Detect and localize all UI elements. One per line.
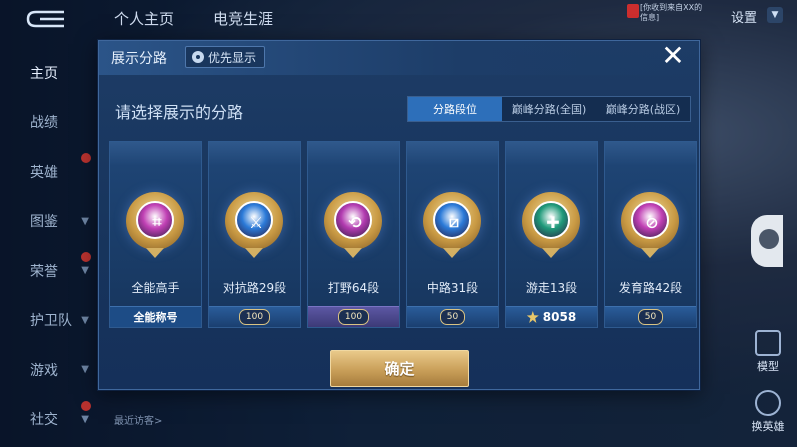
display-lane-dialog: 展示分路 优先显示 ✕ 请选择展示的分路 分路段位 巅峰分路(全国) 巅峰分路(战区… — [98, 40, 700, 390]
points-badge: 100 — [337, 309, 370, 325]
sidebar-item[interactable]: 图鉴 ▼ — [0, 197, 95, 247]
chevron-down-icon: ▼ — [81, 215, 89, 227]
lane-card-name: 发育路42段 — [618, 281, 683, 295]
switch-hero-icon — [755, 390, 781, 416]
sidebar-item-label: 英雄 — [30, 164, 58, 181]
sidebar-item-label: 荣誉 — [30, 263, 58, 280]
lane-card-footer: 100 — [308, 306, 399, 327]
sidebar-item-label: 图鉴 — [30, 214, 58, 231]
lane-tabs: 分路段位 巅峰分路(全国) 巅峰分路(战区) — [407, 96, 691, 122]
tab-profile[interactable]: 个人主页 — [114, 8, 174, 29]
chevron-down-icon[interactable]: ▼ — [767, 7, 783, 23]
back-button[interactable] — [26, 10, 66, 28]
settings-button[interactable]: 设置 — [731, 7, 757, 26]
sidebar-item-label: 护卫队 — [30, 313, 72, 330]
lane-glyph-icon: ⌗ — [152, 212, 162, 231]
rank-emblem-icon: ⟲ — [324, 192, 382, 258]
sidebar-item[interactable]: 战绩 — [0, 98, 95, 148]
notification-badge — [81, 153, 91, 163]
dialog-header: 展示分路 优先显示 — [99, 41, 699, 75]
chevron-down-icon: ▼ — [81, 265, 89, 277]
sidebar-item[interactable]: 荣誉 ▼ — [0, 246, 95, 296]
gear-icon — [759, 229, 779, 249]
sidebar-item[interactable]: 社交 ▼ — [0, 395, 95, 445]
lane-glyph-icon: ⟲ — [348, 212, 362, 232]
lane-card-footer: 50 — [407, 306, 498, 327]
model-label: 模型 — [757, 360, 779, 373]
lane-card[interactable]: ⌗ 全能高手全能称号 — [109, 141, 202, 328]
points-badge: 50 — [637, 309, 664, 325]
lane-card-footer: 8058 — [506, 306, 597, 327]
lane-card[interactable]: ⚔ 对抗路29段 100 — [208, 141, 301, 328]
rotate-handle[interactable] — [751, 215, 783, 267]
message-icon — [627, 4, 639, 18]
switch-hero-label: 换英雄 — [751, 420, 785, 433]
lane-glyph-icon: ⧄ — [448, 212, 460, 231]
priority-display-label: 优先显示 — [208, 50, 257, 65]
lane-card-footer: 50 — [605, 306, 696, 327]
points-badge: 50 — [439, 309, 466, 325]
rank-emblem-icon: ✚ — [522, 192, 580, 258]
lane-card-name: 对抗路29段 — [222, 281, 287, 295]
lane-card-list: ⌗ 全能高手全能称号 ⚔ 对抗路29段 100 ⟲ 打野64段 100 ⧄ 中路31段 50 ✚ 游走1… — [109, 141, 697, 328]
star-icon — [526, 311, 539, 323]
lane-glyph-icon: ✚ — [546, 212, 560, 232]
tab-lane-2[interactable]: 巅峰分路(战区) — [596, 97, 690, 121]
notification-badge — [81, 400, 91, 411]
sidebar-item-label: 社交 — [30, 412, 58, 429]
lane-card-footer: 100 — [209, 306, 300, 327]
lane-glyph-icon: ⚔ — [248, 212, 264, 232]
tab-lane-0[interactable]: 分路段位 — [408, 97, 502, 121]
sidebar-item-label: 主页 — [30, 65, 58, 82]
model-icon — [755, 330, 781, 356]
rank-emblem-icon: ⧄ — [423, 192, 481, 258]
notification-badge — [81, 252, 91, 262]
dialog-title: 展示分路 — [111, 51, 167, 67]
confirm-button[interactable]: 确定 — [330, 350, 469, 387]
model-button[interactable]: 模型 — [750, 330, 786, 374]
switch-hero-button[interactable]: 换英雄 — [744, 390, 792, 434]
sidebar: 主页战绩英雄图鉴 ▼ 荣誉 ▼ 护卫队 ▼ 游戏 ▼ 社交 ▼ — [0, 48, 95, 444]
gear-icon — [192, 51, 204, 63]
sidebar-item[interactable]: 游戏 ▼ — [0, 345, 95, 395]
points-badge: 100 — [238, 309, 271, 325]
sidebar-item[interactable]: 英雄 — [0, 147, 95, 197]
rank-emblem-icon: ⊘ — [621, 192, 679, 258]
tab-esports-career[interactable]: 电竞生涯 — [213, 8, 273, 29]
title-label: 全能称号 — [133, 311, 178, 324]
chevron-down-icon: ▼ — [81, 364, 89, 376]
chevron-down-icon: ▼ — [81, 413, 89, 425]
sidebar-item[interactable]: 主页 — [0, 48, 95, 98]
lane-card-name: 打野64段 — [327, 281, 380, 295]
recent-visitors-link[interactable]: 最近访客> — [114, 412, 162, 427]
lane-glyph-icon: ⊘ — [645, 212, 659, 232]
lane-card-name: 游走13段 — [525, 281, 578, 295]
priority-display-button[interactable]: 优先显示 — [185, 46, 266, 68]
sidebar-item[interactable]: 护卫队 ▼ — [0, 296, 95, 346]
lane-card[interactable]: ⟲ 打野64段 100 — [307, 141, 400, 328]
tab-lane-1[interactable]: 巅峰分路(全国) — [502, 97, 596, 121]
message-text[interactable]: [你收到来自XX的信息] — [640, 3, 710, 23]
rank-emblem-icon: ⌗ — [126, 192, 184, 258]
lane-card-name: 全能高手 — [131, 281, 180, 295]
rank-emblem-icon: ⚔ — [225, 192, 283, 258]
lane-card[interactable]: ⊘ 发育路42段 50 — [604, 141, 697, 328]
lane-card-name: 中路31段 — [426, 281, 479, 295]
close-icon[interactable]: ✕ — [659, 42, 687, 70]
score-value: 8058 — [542, 310, 577, 324]
lane-card[interactable]: ✚ 游走13段 8058 — [505, 141, 598, 328]
lane-card-footer: 全能称号 — [110, 306, 201, 327]
dialog-subtitle: 请选择展示的分路 — [115, 103, 244, 122]
sidebar-item-label: 游戏 — [30, 362, 58, 379]
sidebar-item-label: 战绩 — [30, 115, 58, 132]
lane-card[interactable]: ⧄ 中路31段 50 — [406, 141, 499, 328]
chevron-down-icon: ▼ — [81, 314, 89, 326]
back-arrow-icon — [26, 10, 64, 28]
